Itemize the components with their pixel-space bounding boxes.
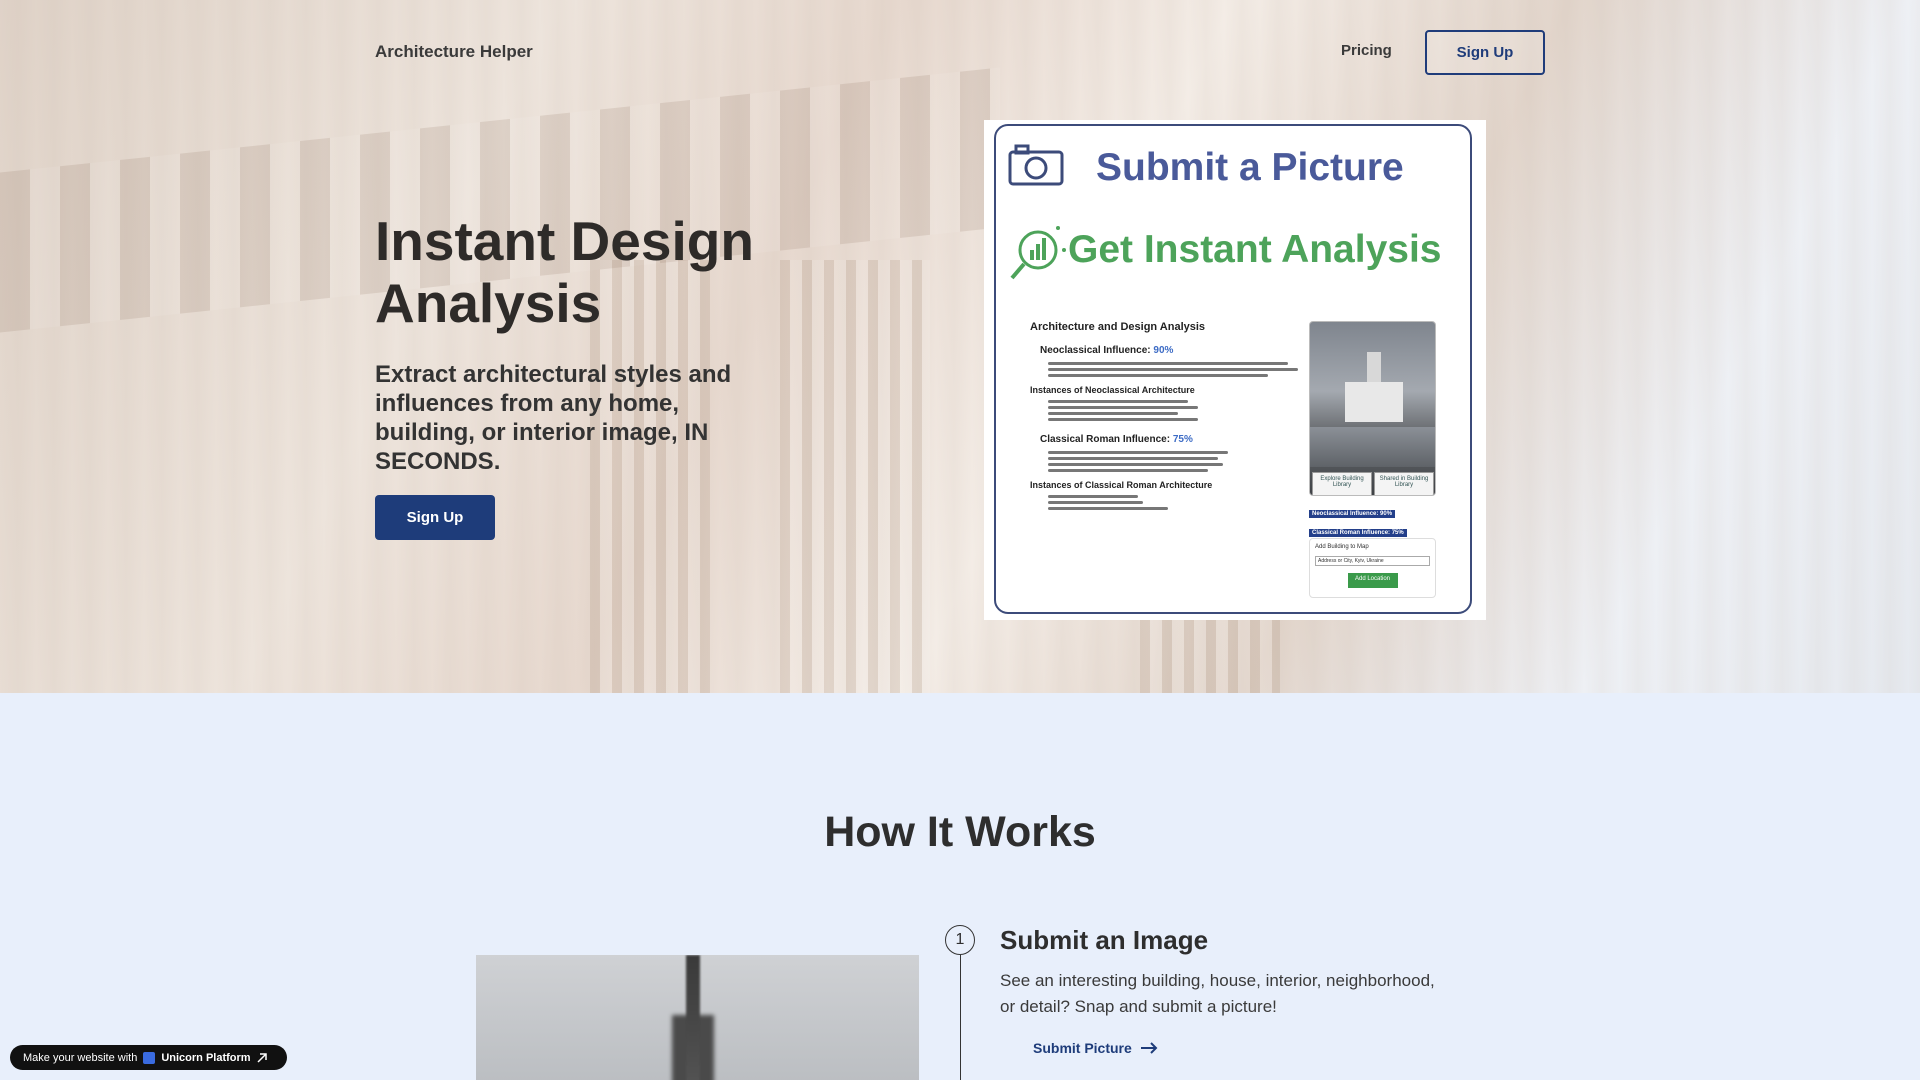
badge-brand: Unicorn Platform — [161, 1051, 251, 1064]
step-title: Submit an Image — [1000, 925, 1209, 955]
influence-tag: Classical Roman Influence: 75% — [1309, 529, 1407, 537]
shared-library-button: Shared in Building Library — [1374, 472, 1434, 495]
badge-prefix: Make your website with — [23, 1051, 138, 1064]
report-instances-1: Instances of Neoclassical Architecture — [1030, 385, 1195, 395]
preview-building-photo: Explore Building Library Shared in Build… — [1309, 321, 1436, 496]
report-influence-1: Neoclassical Influence: 90% — [1040, 345, 1174, 356]
arrow-right-icon — [1140, 1042, 1158, 1054]
report-influence-2: Classical Roman Influence: 75% — [1040, 434, 1193, 445]
unicorn-logo-icon — [143, 1051, 156, 1064]
influence-tag: Neoclassical Influence: 90% — [1309, 510, 1396, 518]
hero-signup-button[interactable]: Sign Up — [375, 495, 495, 540]
report-instances-2: Instances of Classical Roman Architectur… — [1030, 480, 1213, 490]
submit-picture-link[interactable]: Submit Picture — [1033, 1040, 1158, 1056]
preview-report: Architecture and Design Analysis Neoclas… — [1030, 321, 1310, 513]
unicorn-platform-badge[interactable]: Make your website with Unicorn Platform — [10, 1045, 287, 1070]
explore-library-button: Explore Building Library — [1312, 472, 1372, 495]
add-location-button: Add Location — [1347, 573, 1398, 588]
submit-picture-label: Submit Picture — [1033, 1040, 1132, 1056]
how-it-works-title: How It Works — [824, 808, 1096, 856]
preview-map-card: Add Building to Map Address or City, Kyi… — [1309, 538, 1436, 598]
camera-icon — [1008, 144, 1064, 186]
step-description: See an interesting building, house, inte… — [1000, 971, 1435, 1016]
report-heading: Architecture and Design Analysis — [1030, 321, 1206, 333]
nav-pricing-link[interactable]: Pricing — [1341, 42, 1392, 59]
brand-link[interactable]: Architecture Helper — [375, 42, 533, 62]
nav-signup-button[interactable]: Sign Up — [1425, 30, 1545, 75]
hero-subtitle: Extract architectural styles and influen… — [375, 361, 732, 475]
preview-tags: Neoclassical Influence: 90% Classical Ro… — [1309, 502, 1407, 540]
preview-title-submit: Submit a Picture — [1096, 146, 1404, 189]
map-address-field: Address or City, Kyiv, Ukraine — [1315, 556, 1430, 566]
hero-section: Architecture Helper Pricing Sign Up Inst… — [0, 0, 1920, 693]
preview-frame: Submit a Picture Get Instant Analysis Ar… — [994, 124, 1472, 614]
preview-image: Submit a Picture Get Instant Analysis Ar… — [984, 120, 1486, 620]
step-number: 1 — [945, 925, 975, 955]
step-timeline — [960, 955, 961, 1080]
map-card-title: Add Building to Map — [1315, 544, 1369, 550]
external-link-icon — [257, 1052, 267, 1063]
hero-column-decoration — [780, 260, 930, 693]
hero-title: Instant Design Analysis — [375, 210, 754, 334]
step-image — [476, 955, 919, 1080]
analysis-magnifier-icon — [1010, 226, 1066, 280]
preview-title-analysis: Get Instant Analysis — [1068, 228, 1442, 271]
